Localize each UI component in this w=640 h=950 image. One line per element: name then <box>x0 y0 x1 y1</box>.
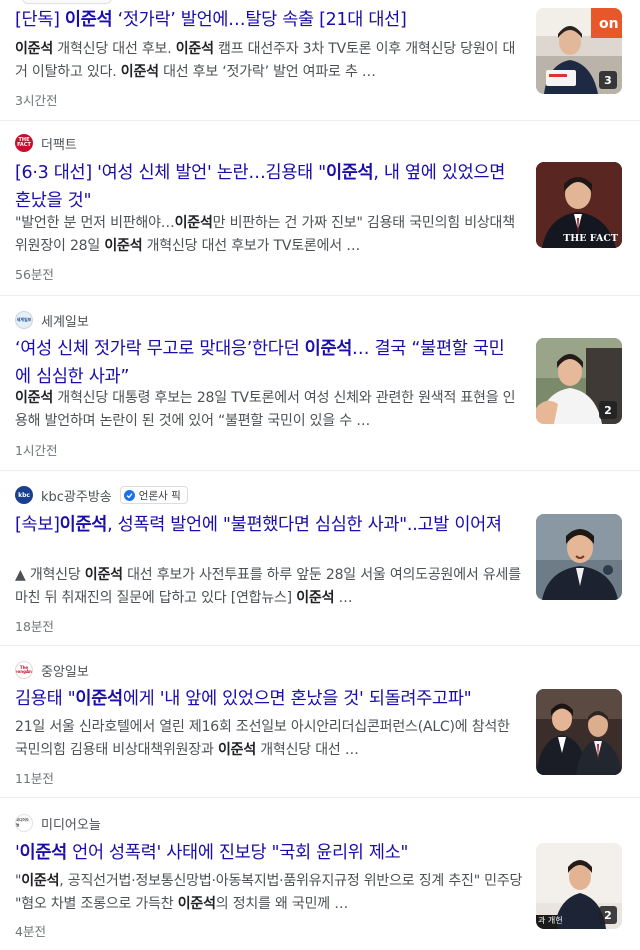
thumbnail-image <box>536 689 622 775</box>
headline-link[interactable]: [속보]이준석, 성폭력 발언에 "불편했다면 심심한 사과"..고발 이어져 <box>15 511 520 539</box>
text-segment: 개혁신당 대선 … <box>256 741 359 758</box>
headline-link[interactable]: 김용태 "이준석에게 '내 앞에 있었으면 혼났을 것' 되돌려주고파" <box>15 685 520 713</box>
image-caption: 과 개헌 <box>538 916 563 925</box>
text-segment: "발언한 분 먼저 비판해야… <box>15 215 175 231</box>
source-favicon-icon: The JoongAng <box>15 661 33 679</box>
text-segment: [6·3 대선] '여성 신체 발언' 논란…김용태 " <box>15 163 326 183</box>
snippet: "이준석, 공직선거법·정보통신망법·아동복지법·품위유지규정 위반으로 징계 … <box>15 870 525 915</box>
highlight-keyword: 이준석 <box>84 567 123 583</box>
highlight-keyword: 이준석 <box>59 515 108 535</box>
snippet: 21일 서울 신라호텔에서 열린 제16회 조선일보 아시안리더십콘퍼런스(AL… <box>15 716 525 761</box>
headline-link[interactable]: [단독] 이준석 ‘젓가락’ 발언에…탈당 속출 [21대 대선] <box>15 6 520 34</box>
previous-card-edge <box>22 0 112 4</box>
headline-link[interactable]: [6·3 대선] '여성 신체 발언' 논란…김용태 "이준석, 내 옆에 있었… <box>15 159 520 215</box>
highlight-keyword: 이준석 <box>217 741 256 758</box>
highlight-keyword: 이준석 <box>296 589 335 606</box>
image-count-badge: 3 <box>599 71 617 89</box>
thumbnail-image <box>536 514 622 600</box>
text-segment: … <box>334 589 353 606</box>
timestamp: 18분전 <box>15 619 54 634</box>
headline-link[interactable]: '이준석 언어 성폭력' 사태에 진보당 "국회 윤리위 제소" <box>15 839 520 867</box>
highlight-keyword: 이준석 <box>177 895 216 912</box>
text-segment: 김용태 " <box>15 689 76 709</box>
text-segment: 언어 성폭력' 사태에 진보당 "국회 윤리위 제소" <box>66 843 409 863</box>
news-thumbnail[interactable] <box>536 514 622 600</box>
timestamp: 11분전 <box>15 771 54 786</box>
highlight-keyword: 이준석 <box>15 41 54 57</box>
source-favicon-icon: 미디어오늘 <box>15 814 33 832</box>
divider <box>0 120 640 121</box>
source-favicon-icon: kbc <box>15 486 33 504</box>
highlight-keyword: 이준석 <box>19 843 68 863</box>
svg-text:on: on <box>599 16 619 32</box>
news-thumbnail[interactable]: 과 개헌 2 <box>536 843 622 929</box>
text-segment: 개혁신당 대통령 후보는 28일 TV토론에서 여성 신체와 관련한 원색적 표… <box>15 390 516 429</box>
highlight-keyword: 이준석 <box>304 339 353 359</box>
headline-link[interactable]: ‘여성 신체 젓가락 무고로 맞대응’한다던 이준석… 결국 “불편할 국민에 … <box>15 335 520 391</box>
news-source[interactable]: kbc kbc광주방송 언론사 픽 <box>15 485 188 505</box>
news-thumbnail[interactable] <box>536 689 622 775</box>
highlight-keyword: 이준석 <box>64 10 113 30</box>
source-name: kbc광주방송 <box>41 489 112 505</box>
text-segment: [단독] <box>15 10 65 30</box>
text-segment: 에게 '내 앞에 있었으면 혼났을 것' 되돌려주고파" <box>122 689 472 709</box>
divider <box>0 470 640 471</box>
divider <box>0 295 640 296</box>
source-name: 세계일보 <box>41 314 89 330</box>
news-thumbnail[interactable]: on 3 <box>536 8 622 94</box>
highlight-keyword: 이준석 <box>15 390 54 406</box>
press-pick-label: 언론사 픽 <box>138 489 181 502</box>
checkmark-icon <box>123 489 135 501</box>
news-source[interactable]: 세계일보 세계일보 <box>15 310 89 330</box>
highlight-keyword: 이준석 <box>21 873 60 889</box>
source-name: 미디어오늘 <box>41 817 101 833</box>
text-segment: , 성폭력 발언에 "불편했다면 심심한 사과"..고발 이어져 <box>107 515 502 535</box>
news-source[interactable]: 미디어오늘 미디어오늘 <box>15 813 101 833</box>
text-segment: 대선 후보 ‘젓가락’ 발언 여파로 추 … <box>158 63 376 80</box>
timestamp: 3시간전 <box>15 93 58 108</box>
highlight-keyword: 이준석 <box>325 163 374 183</box>
image-count-badge: 2 <box>599 906 617 924</box>
divider <box>0 797 640 798</box>
snippet: "발언한 분 먼저 비판해야…이준석만 비판하는 건 가짜 진보" 김용태 국민… <box>15 212 525 257</box>
highlight-keyword: 이준석 <box>120 63 159 80</box>
text-segment: ‘여성 신체 젓가락 무고로 맞대응’한다던 <box>15 339 305 359</box>
image-watermark: THE FACT <box>563 233 618 244</box>
divider <box>0 645 640 646</box>
timestamp: 56분전 <box>15 267 54 282</box>
highlight-keyword: 이준석 <box>75 689 123 709</box>
news-source[interactable]: The JoongAng 중앙일보 <box>15 660 89 680</box>
image-count-badge: 2 <box>599 401 617 419</box>
snippet: ▲ 개혁신당 이준석 대선 후보가 사전투표를 하루 앞둔 28일 서울 여의도… <box>15 564 525 609</box>
press-pick-badge[interactable]: 언론사 픽 <box>119 486 188 504</box>
timestamp: 1시간전 <box>15 443 58 458</box>
timestamp: 4분전 <box>15 924 46 939</box>
text-segment: ‘젓가락’ 발언에…탈당 속출 [21대 대선] <box>112 10 407 30</box>
highlight-keyword: 이준석 <box>174 215 213 231</box>
news-thumbnail[interactable]: THE FACT <box>536 162 622 248</box>
source-name: 중앙일보 <box>41 664 89 680</box>
highlight-keyword: 이준석 <box>104 237 143 254</box>
text-segment: 개혁신당 대선 후보가 TV토론에서 … <box>142 237 361 254</box>
highlight-keyword: 이준석 <box>175 41 214 57</box>
snippet: 이준석 개혁신당 대선 후보. 이준석 캠프 대선주자 3차 TV토론 이후 개… <box>15 38 525 83</box>
source-favicon-icon: THE FACT <box>15 134 33 152</box>
text-segment: ▲ 개혁신당 <box>15 567 85 583</box>
text-segment: 의 정치를 왜 국민께 … <box>215 895 349 912</box>
source-favicon-icon: 세계일보 <box>15 311 33 329</box>
news-source[interactable]: THE FACT 더팩트 <box>15 133 77 153</box>
text-segment: [속보] <box>15 515 60 535</box>
snippet: 이준석 개혁신당 대통령 후보는 28일 TV토론에서 여성 신체와 관련한 원… <box>15 387 525 432</box>
source-name: 더팩트 <box>41 137 77 153</box>
text-segment: 개혁신당 대선 후보. <box>53 41 176 57</box>
news-thumbnail[interactable]: 2 <box>536 338 622 424</box>
